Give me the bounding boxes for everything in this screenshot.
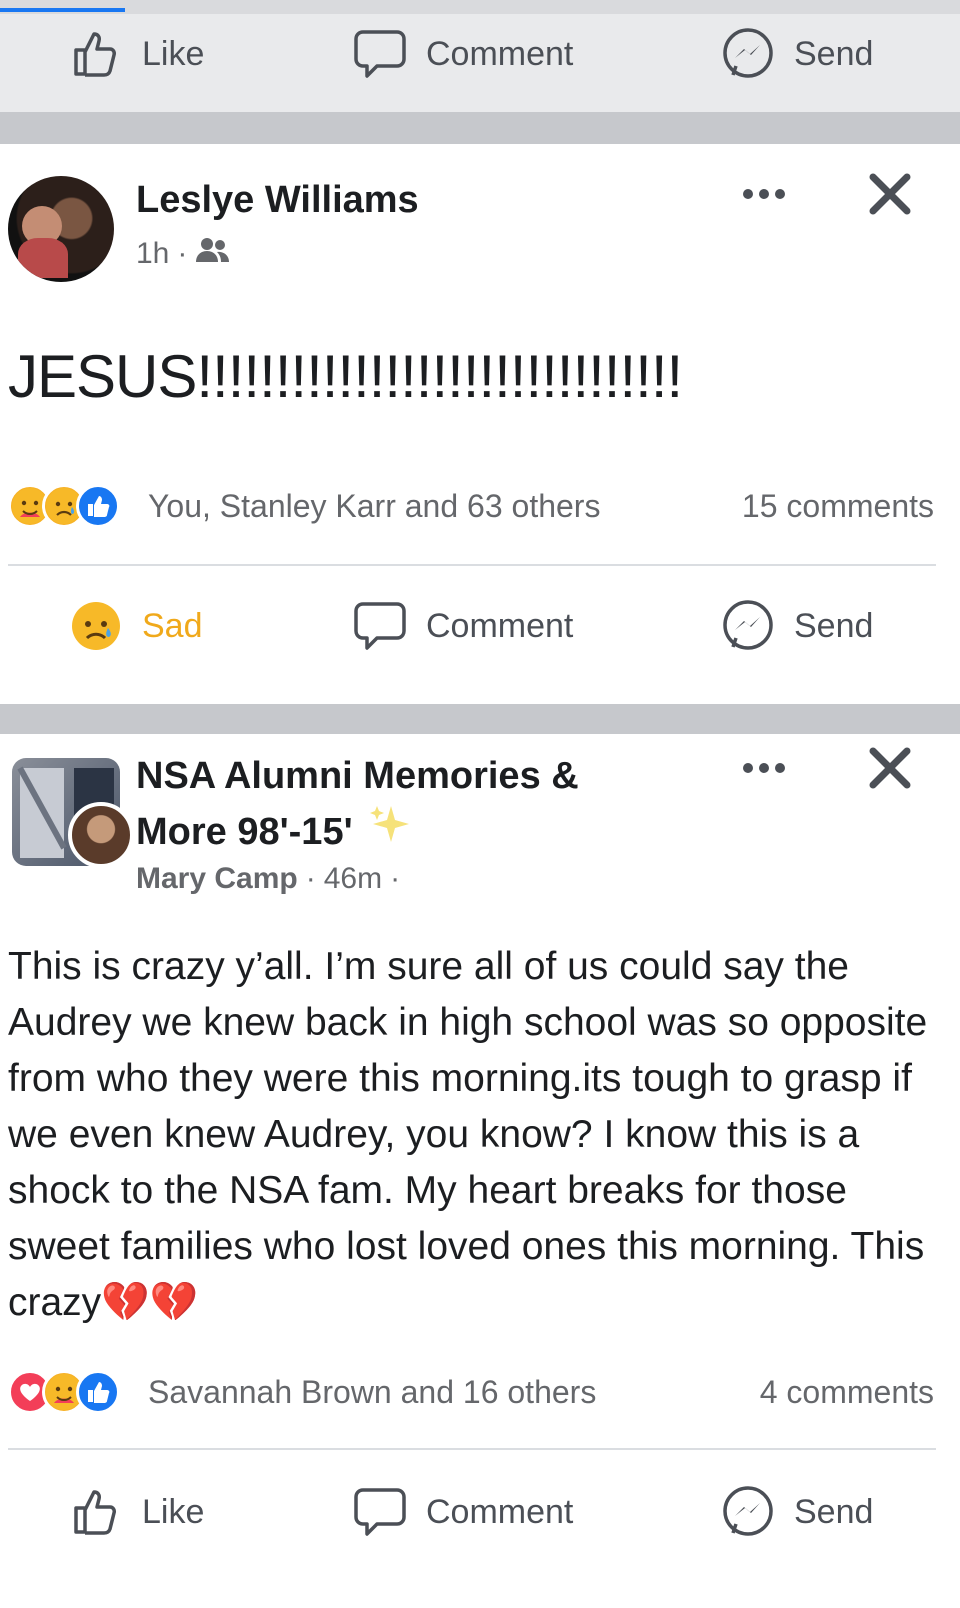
send-button[interactable]: Send <box>720 586 873 666</box>
send-label: Send <box>794 606 874 645</box>
divider <box>8 564 936 566</box>
member-avatar <box>68 802 134 868</box>
load-progress-fill <box>0 8 125 12</box>
post-card: NSA Alumni Memories & More 98'-15' Mary … <box>0 734 960 1608</box>
author-avatar[interactable] <box>8 176 114 282</box>
reactions-text: Savannah Brown and 16 others <box>148 1373 597 1410</box>
reaction-icons <box>8 484 120 528</box>
meta-dot: · <box>390 862 401 895</box>
reactions-summary[interactable]: Savannah Brown and 16 others 4 comments <box>0 1362 960 1422</box>
more-dots-icon <box>740 187 788 205</box>
sad-label: Sad <box>142 606 203 645</box>
sparkles-icon <box>367 802 413 862</box>
post-text: JESUS!!!!!!!!!!!!!!!!!!!!!!!!!!!!!!! <box>8 343 683 410</box>
like-label: Like <box>142 1492 205 1531</box>
send-button[interactable]: Send <box>720 1472 873 1552</box>
reaction-button-sad[interactable]: Sad <box>68 586 203 666</box>
meta-dot: · <box>305 862 316 895</box>
author-name[interactable]: Leslye Williams <box>136 174 419 226</box>
reactions-summary[interactable]: You, Stanley Karr and 63 others 15 comme… <box>0 476 960 536</box>
close-icon <box>868 746 912 795</box>
divider <box>8 1448 936 1450</box>
more-options-button[interactable] <box>736 176 792 216</box>
hide-post-button[interactable] <box>862 742 918 798</box>
hide-post-button[interactable] <box>862 168 918 224</box>
group-avatar[interactable] <box>12 758 134 868</box>
like-label: Like <box>142 34 205 73</box>
more-options-button[interactable] <box>736 750 792 790</box>
close-icon <box>868 172 912 221</box>
comments-count[interactable]: 15 comments <box>742 488 934 525</box>
comment-button[interactable]: Comment <box>352 14 573 94</box>
post-time[interactable]: 1h <box>136 237 169 271</box>
action-row: Sad Comment Send <box>0 586 960 666</box>
comment-bubble-icon <box>352 1484 408 1540</box>
thumbs-up-icon <box>68 26 124 82</box>
group-name-line1: NSA Alumni Memories & <box>136 755 579 797</box>
like-button[interactable]: Like <box>68 1472 204 1552</box>
group-name[interactable]: NSA Alumni Memories & More 98'-15' <box>136 750 579 862</box>
post-time[interactable]: 46m <box>324 862 382 896</box>
comment-button[interactable]: Comment <box>352 1472 573 1552</box>
messenger-icon <box>720 598 776 654</box>
post-meta: Mary Camp · 46m · <box>136 862 400 896</box>
like-emoji-icon <box>76 484 120 528</box>
load-progress-bar <box>0 0 960 14</box>
meta-dot: · <box>177 237 188 270</box>
comments-count[interactable]: 4 comments <box>760 1374 934 1411</box>
like-emoji-icon <box>76 1370 120 1414</box>
more-dots-icon <box>740 761 788 779</box>
comment-bubble-icon <box>352 26 408 82</box>
send-label: Send <box>794 1492 874 1531</box>
comment-label: Comment <box>426 34 574 73</box>
thumbs-up-icon <box>68 1484 124 1540</box>
feed-separator <box>0 704 960 734</box>
messenger-icon <box>720 26 776 82</box>
friends-icon <box>195 236 231 272</box>
post-author[interactable]: Mary Camp <box>136 862 298 896</box>
post-meta: 1h · <box>136 236 231 272</box>
feed-separator <box>0 112 960 144</box>
sad-emoji-icon <box>68 598 124 654</box>
action-row: Like Comment Send <box>0 14 960 94</box>
comment-button[interactable]: Comment <box>352 586 573 666</box>
reactions-text: You, Stanley Karr and 63 others <box>148 487 601 524</box>
send-label: Send <box>794 34 874 73</box>
previous-post-action-bar: Like Comment Send <box>0 0 960 112</box>
group-name-line2: More 98'-15' <box>136 811 353 853</box>
send-button[interactable]: Send <box>720 14 873 94</box>
comment-label: Comment <box>426 606 574 645</box>
comment-bubble-icon <box>352 598 408 654</box>
post-card: Leslye Williams 1h · JESUS!!!!!!!!!!!!!!… <box>0 144 960 704</box>
messenger-icon <box>720 1484 776 1540</box>
action-row: Like Comment Send <box>0 1472 960 1552</box>
comment-label: Comment <box>426 1492 574 1531</box>
reaction-icons <box>8 1370 120 1414</box>
like-button[interactable]: Like <box>68 14 204 94</box>
post-text: This is crazy y’all. I’m sure all of us … <box>8 945 928 1324</box>
